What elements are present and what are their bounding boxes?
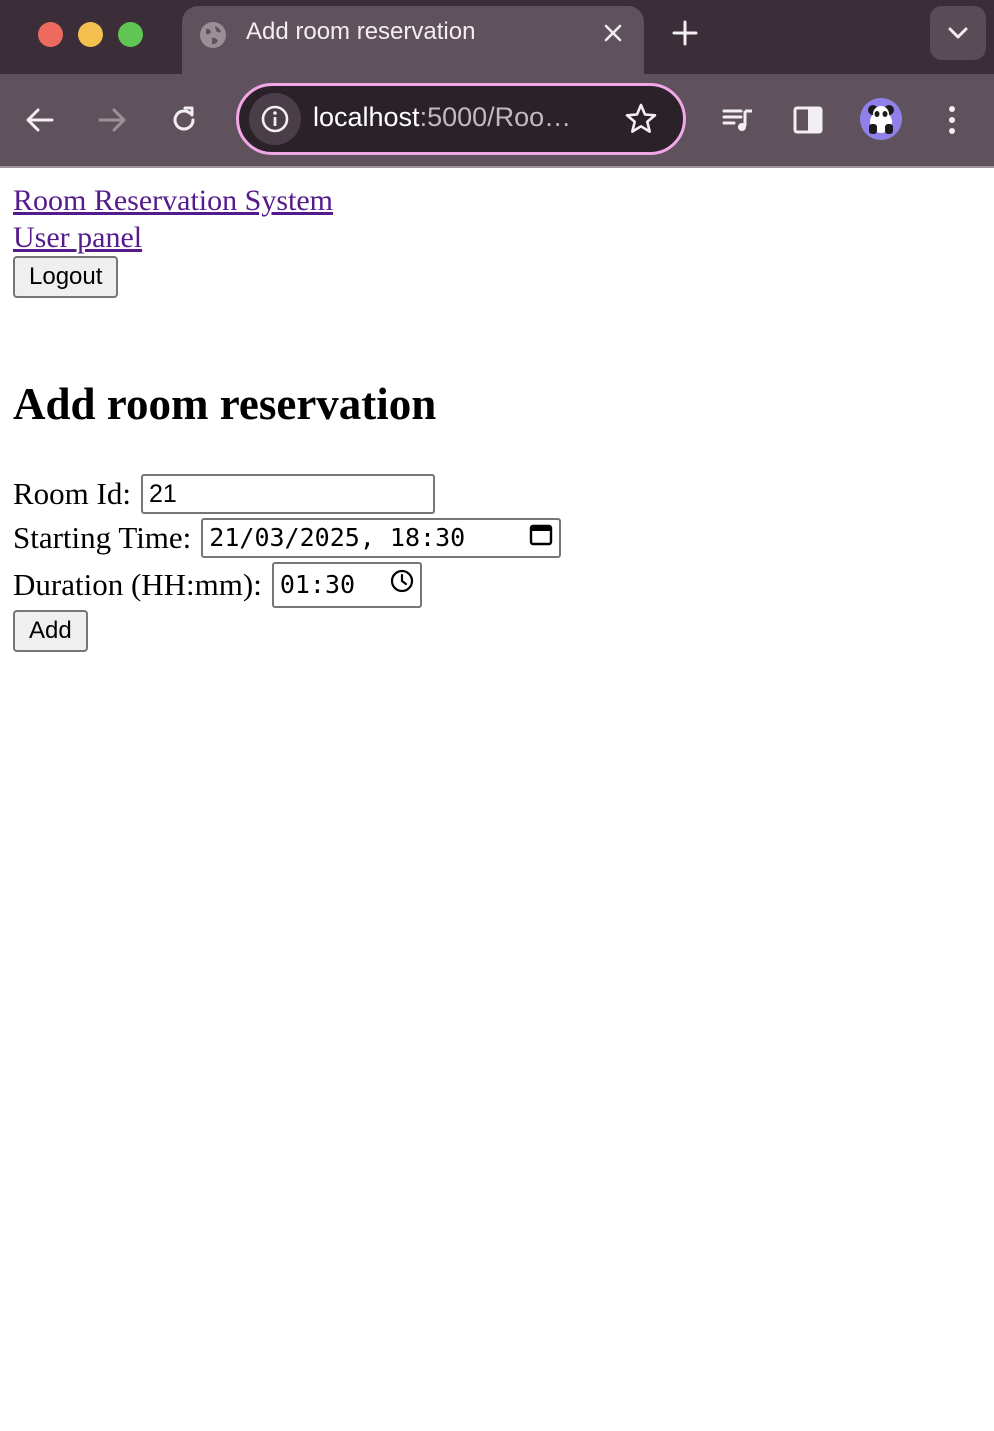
profile-avatar-icon[interactable] — [860, 98, 902, 140]
tab-search-chevron-down-icon[interactable] — [930, 6, 986, 60]
tab-title: Add room reservation — [246, 18, 476, 45]
duration-row: Duration (HH:mm): 01:30 — [13, 562, 561, 608]
logout-button[interactable]: Logout — [13, 256, 119, 298]
forward-arrow-icon[interactable] — [92, 100, 132, 140]
new-tab-icon[interactable] — [668, 16, 702, 50]
active-tab[interactable]: Add room reservation — [182, 6, 644, 74]
calendar-icon[interactable] — [529, 516, 553, 560]
room-id-label: Room Id: — [13, 476, 131, 511]
site-info-icon[interactable] — [249, 93, 301, 145]
duration-input[interactable]: 01:30 — [271, 562, 422, 608]
menu-kebab-icon[interactable] — [932, 100, 972, 140]
close-window-button[interactable] — [38, 22, 63, 47]
reload-icon[interactable] — [164, 100, 204, 140]
home-link[interactable]: Room Reservation System — [13, 182, 973, 219]
globe-icon — [198, 20, 228, 50]
page-content: Room Reservation System User panel Logou… — [13, 182, 973, 652]
add-button[interactable]: Add — [13, 610, 88, 652]
address-bar[interactable]: localhost:5000/Roo… — [236, 83, 686, 155]
side-panel-icon[interactable] — [788, 100, 828, 140]
media-controls-icon[interactable] — [718, 100, 758, 140]
page-title: Add room reservation — [13, 379, 437, 429]
url-host: localhost — [313, 102, 420, 132]
starting-time-value: 21/03/2025, 18:30 — [209, 523, 466, 552]
url-text: localhost:5000/Roo… — [313, 102, 571, 133]
user-panel-link[interactable]: User panel — [13, 219, 973, 256]
minimize-window-button[interactable] — [78, 22, 103, 47]
reservation-form: Room Id: 21 Starting Time: 21/03/2025, 1… — [13, 472, 562, 652]
clock-icon[interactable] — [390, 563, 414, 607]
maximize-window-button[interactable] — [118, 22, 143, 47]
duration-label: Duration (HH:mm): — [13, 567, 262, 602]
bookmark-star-icon[interactable] — [623, 101, 659, 137]
starting-time-input[interactable]: 21/03/2025, 18:30 — [201, 516, 562, 560]
back-arrow-icon[interactable] — [20, 100, 60, 140]
url-path: :5000/Roo… — [419, 102, 572, 132]
starting-time-row: Starting Time: 21/03/2025, 18:30 — [13, 516, 562, 560]
room-id-input[interactable]: 21 — [140, 474, 435, 514]
browser-toolbar: localhost:5000/Roo… — [0, 74, 994, 168]
tab-strip: Add room reservation — [0, 0, 994, 74]
room-id-value: 21 — [148, 480, 177, 508]
close-tab-icon[interactable] — [600, 20, 626, 46]
duration-value: 01:30 — [279, 570, 356, 599]
starting-time-label: Starting Time: — [13, 520, 192, 555]
room-id-row: Room Id: 21 — [13, 472, 561, 516]
